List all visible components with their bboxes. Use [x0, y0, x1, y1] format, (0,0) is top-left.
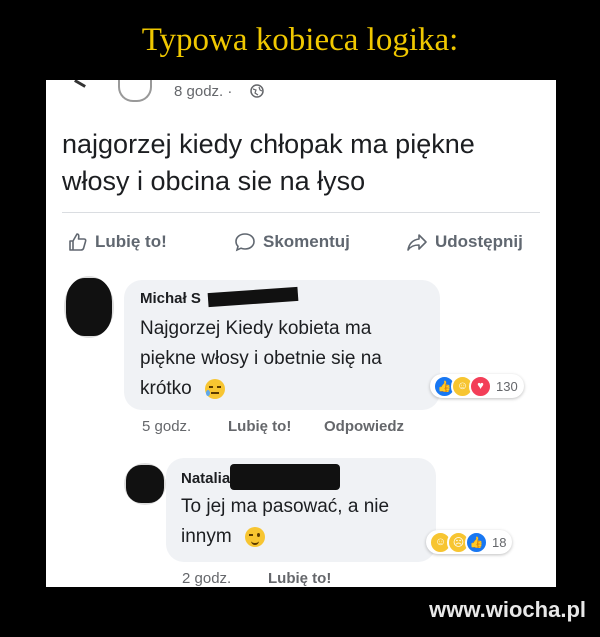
- comment-label: Skomentuj: [263, 232, 350, 251]
- comment-like-button[interactable]: Lubię to!: [268, 570, 331, 587]
- divider: [62, 212, 540, 213]
- reply-button[interactable]: Odpowiedz: [324, 418, 404, 435]
- thumbs-up-icon: [69, 233, 87, 251]
- commenter-avatar[interactable]: [124, 463, 166, 505]
- redaction-scribble: [230, 464, 340, 490]
- like-reaction-icon: 👍: [465, 530, 488, 554]
- globe-icon: [250, 84, 264, 98]
- comment-bubble: Michał S Najgorzej Kiedy kobieta ma pięk…: [124, 280, 440, 410]
- reaction-summary[interactable]: ☺ ☹ 👍 18: [426, 530, 513, 554]
- watermark: www.wiocha.pl: [429, 597, 586, 622]
- comment-like-button[interactable]: Lubię to!: [228, 418, 291, 435]
- comment-time[interactable]: 5 godz.: [142, 418, 191, 435]
- reaction-count: 130: [496, 378, 518, 394]
- share-icon: [407, 234, 427, 251]
- reaction-count: 18: [492, 534, 507, 550]
- chevron-icon[interactable]: [74, 80, 86, 88]
- love-reaction-icon: ♥: [469, 374, 492, 398]
- comment-time[interactable]: 2 godz.: [182, 570, 231, 587]
- page-title: Typowa kobieca logika:: [141, 22, 459, 58]
- comment-bubble: Natalia N To jej ma pasować, a nie innym: [166, 458, 436, 562]
- comment-text: To jej ma pasować, a nie innym: [181, 496, 390, 547]
- comment-button[interactable]: Skomentuj: [234, 232, 350, 252]
- comment-text: Najgorzej Kiedy kobieta ma piękne włosy …: [140, 318, 382, 399]
- like-label: Lubię to!: [95, 232, 167, 251]
- winking-emoji-icon: [244, 526, 265, 547]
- post-time[interactable]: 8 godz. ·: [174, 83, 232, 100]
- facebook-post-panel: 8 godz. · najgorzej kiedy chłopak ma pię…: [46, 80, 556, 587]
- commenter-name[interactable]: Michał S: [140, 290, 201, 307]
- comment-icon: [235, 233, 255, 252]
- redaction-scribble: [207, 286, 299, 308]
- share-button[interactable]: Udostępnij: [406, 232, 523, 252]
- like-button[interactable]: Lubię to!: [68, 232, 167, 252]
- post-text: najgorzej kiedy chłopak ma piękne włosy …: [62, 129, 475, 196]
- share-label: Udostępnij: [435, 232, 523, 251]
- reaction-summary[interactable]: 👍 ☺ ♥ 130: [430, 374, 524, 398]
- avatar[interactable]: [118, 80, 152, 102]
- sad-relieved-emoji-icon: [205, 378, 226, 399]
- commenter-avatar[interactable]: [64, 276, 114, 338]
